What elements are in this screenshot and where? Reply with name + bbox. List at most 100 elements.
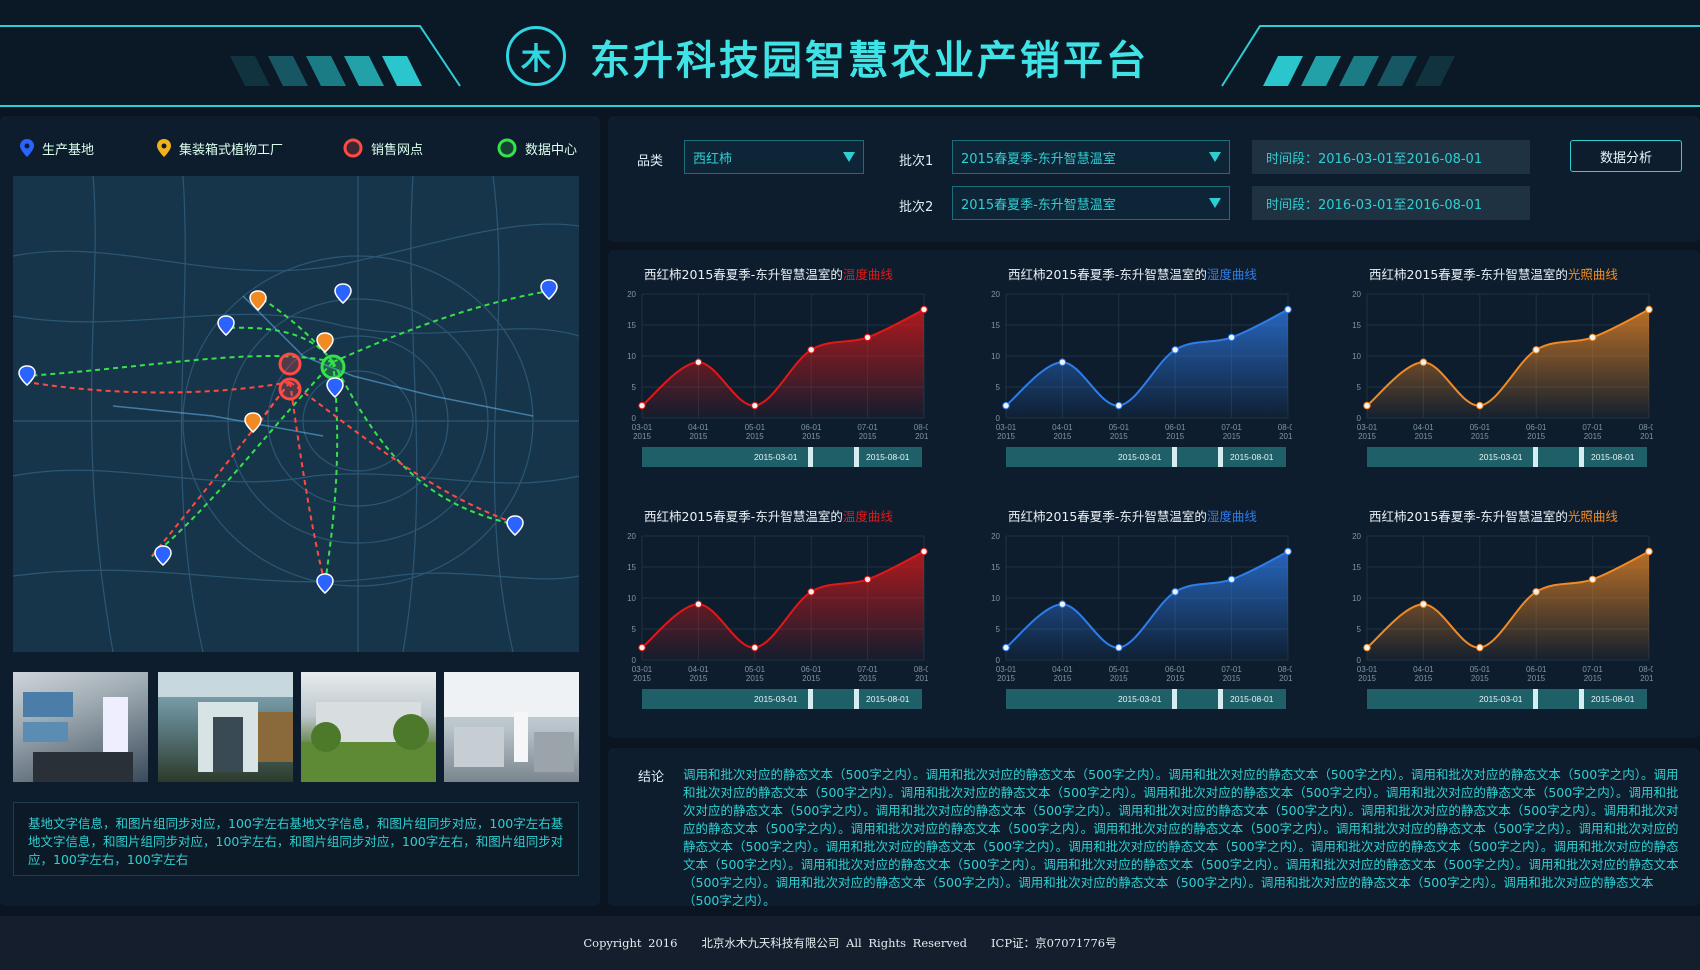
data-point xyxy=(1645,305,1653,314)
y-tick-label: 10 xyxy=(1352,352,1361,361)
base-photo-3[interactable] xyxy=(301,672,436,782)
x-tick-label: 2015 xyxy=(1279,432,1292,441)
y-tick-label: 0 xyxy=(1357,656,1362,665)
series-area xyxy=(642,309,924,418)
x-tick-label: 2015 xyxy=(1527,674,1545,683)
legend-production-base[interactable]: 生产基地 xyxy=(20,138,94,158)
y-tick-label: 10 xyxy=(991,594,1000,603)
chart-canvas: 0510152003-01201504-01201505-01201506-01… xyxy=(627,532,928,709)
x-tick-label: 04-01 xyxy=(1052,423,1073,432)
category-value: 西红柿 xyxy=(693,151,733,167)
x-tick-label: 2015 xyxy=(1471,674,1489,683)
data-point xyxy=(1532,588,1540,596)
blue-pin-icon xyxy=(20,139,34,157)
map-canvas[interactable] xyxy=(13,176,579,652)
x-tick-label: 06-01 xyxy=(1165,665,1186,674)
legend-data-center[interactable]: 数据中心 xyxy=(497,138,577,158)
data-analysis-button[interactable]: 数据分析 xyxy=(1570,140,1682,172)
y-tick-label: 20 xyxy=(1352,532,1361,541)
x-tick-label: 07-01 xyxy=(1221,665,1242,674)
data-point xyxy=(1002,401,1010,410)
data-point xyxy=(1419,600,1428,608)
footer-copyright: Copyright 2016 xyxy=(583,936,678,950)
data-point xyxy=(1002,643,1010,652)
map[interactable] xyxy=(13,176,579,652)
y-tick-label: 15 xyxy=(1352,321,1361,330)
sales-point-marker xyxy=(278,377,302,401)
dropdown-arrow-icon xyxy=(843,152,855,162)
x-tick-label: 06-01 xyxy=(1526,423,1547,432)
y-tick-label: 10 xyxy=(1352,594,1361,603)
data-point xyxy=(1171,588,1179,596)
data-point xyxy=(1588,333,1597,342)
data-center-marker xyxy=(320,354,346,380)
x-tick-label: 2015 xyxy=(997,674,1015,683)
chart-canvas: 0510152003-01201504-01201505-01201506-01… xyxy=(1352,290,1653,467)
x-tick-label: 2015 xyxy=(997,432,1015,441)
batch2-label: 批次2 xyxy=(899,200,934,215)
green-ring-icon xyxy=(497,138,517,158)
x-tick-label: 03-01 xyxy=(1357,423,1378,432)
chart-canvas: 0510152003-01201504-01201505-01201506-01… xyxy=(627,290,928,467)
data-point xyxy=(920,547,928,556)
chart-humidity-2: 西红柿2015春夏季-东升智慧温室的湿度曲线 0 5 10 15 20 03-01 2015 0… xyxy=(972,500,1292,730)
footer-icp: ICP证：京07071776号 xyxy=(991,936,1117,950)
base-photo-1[interactable] xyxy=(13,672,148,782)
range-end-label: 2015-08-01 xyxy=(1591,452,1635,462)
x-tick-label: 2015 xyxy=(1054,674,1072,683)
legend-label: 数据中心 xyxy=(525,142,578,158)
range-end-label: 2015-08-01 xyxy=(866,694,910,704)
x-tick-label: 06-01 xyxy=(1165,423,1186,432)
batch2-select[interactable]: 2015春夏季-东升智慧温室 xyxy=(952,186,1230,220)
legend-label: 销售网点 xyxy=(371,142,424,158)
y-tick-label: 20 xyxy=(991,532,1000,541)
data-point xyxy=(1363,643,1371,652)
range-handle-right xyxy=(1579,689,1584,709)
data-point xyxy=(1058,358,1067,366)
x-tick-label: 2015 xyxy=(1358,432,1376,441)
range-start-label: 2015-03-01 xyxy=(754,452,798,462)
x-tick-label: 2015 xyxy=(859,674,877,683)
x-tick-label: 2015 xyxy=(633,674,651,683)
x-tick-label: 2015 xyxy=(1527,432,1545,441)
x-tick-label: 2015 xyxy=(1223,674,1241,683)
footer-company: 北京水木九天科技有限公司 All Rights Reserved xyxy=(701,936,968,950)
time-range-2: 时间段：2016-03-01至2016-08-01 xyxy=(1252,186,1530,220)
x-tick-label: 06-01 xyxy=(1526,665,1547,674)
x-tick-label: 2015 xyxy=(690,674,708,683)
x-tick-label: 07-01 xyxy=(857,665,878,674)
series-area xyxy=(1367,551,1649,660)
x-tick-label: 2015 xyxy=(1415,674,1433,683)
base-photo-2[interactable] xyxy=(158,672,293,782)
x-tick-label: 04-01 xyxy=(688,665,709,674)
base-photo-4[interactable] xyxy=(444,672,579,782)
dropdown-arrow-icon xyxy=(1209,152,1221,162)
x-tick-label: 08-01 xyxy=(1278,423,1292,432)
category-select[interactable]: 西红柿 xyxy=(684,140,864,174)
x-tick-label: 08-01 xyxy=(914,423,928,432)
x-tick-label: 2015 xyxy=(859,432,877,441)
y-tick-label: 0 xyxy=(632,414,637,423)
sales-point-marker xyxy=(278,352,302,376)
range-handle-right xyxy=(854,447,859,467)
x-tick-label: 2015 xyxy=(1358,674,1376,683)
x-tick-label: 2015 xyxy=(1415,432,1433,441)
batch1-select[interactable]: 2015春夏季-东升智慧温室 xyxy=(952,140,1230,174)
production-base-markers xyxy=(18,279,558,594)
legend-sales-point[interactable]: 销售网点 xyxy=(343,138,423,158)
y-tick-label: 15 xyxy=(991,321,1000,330)
legend-label: 集装箱式植物工厂 xyxy=(179,142,284,158)
x-tick-label: 2015 xyxy=(1054,432,1072,441)
conclusion-text: 调用和批次对应的静态文本（500字之内）。调用和批次对应的静态文本（500字之内… xyxy=(683,767,1679,908)
data-point xyxy=(1532,346,1540,354)
x-tick-label: 2015 xyxy=(802,432,820,441)
range-handle-right xyxy=(1218,447,1223,467)
time-range-1: 时间段：2016-03-01至2016-08-01 xyxy=(1252,140,1530,174)
data-point xyxy=(920,305,928,314)
range-handle-right xyxy=(1218,689,1223,709)
x-tick-label: 04-01 xyxy=(1413,423,1434,432)
y-tick-label: 5 xyxy=(1357,625,1362,634)
x-tick-label: 03-01 xyxy=(996,665,1017,674)
legend-container-factory[interactable]: 集装箱式植物工厂 xyxy=(157,138,283,158)
chart-temperature-1: 西红柿2015春夏季-东升智慧温室的温度曲线 0 5 10 15 20 03-01 2015 0… xyxy=(608,258,928,488)
